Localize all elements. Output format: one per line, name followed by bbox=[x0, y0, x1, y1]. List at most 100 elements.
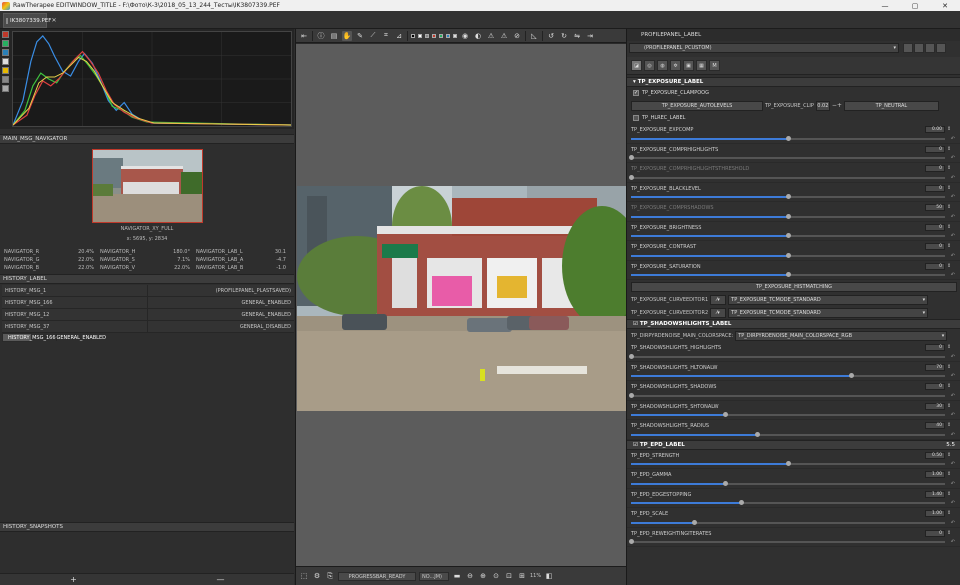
reset-icon[interactable]: ↶ bbox=[951, 393, 955, 399]
slider-track[interactable] bbox=[629, 539, 945, 544]
slider-value-input[interactable]: 0 bbox=[925, 145, 945, 153]
slider-stepper-icon[interactable]: ⇕ bbox=[947, 344, 955, 351]
spot-icon[interactable]: ⟋ bbox=[368, 31, 378, 41]
slider-stepper-icon[interactable]: ⇕ bbox=[947, 165, 955, 172]
slider-track[interactable] bbox=[631, 135, 945, 141]
tab-color-icon[interactable]: ◍ bbox=[657, 60, 668, 71]
slider-stepper-icon[interactable]: ⇕ bbox=[947, 204, 955, 211]
flip-icon[interactable]: ⇋ bbox=[572, 31, 582, 41]
slider-stepper-icon[interactable]: ⇕ bbox=[947, 471, 955, 478]
slider-stepper-icon[interactable]: ⇕ bbox=[947, 263, 955, 270]
slider-value-input[interactable]: 1.40 bbox=[925, 490, 945, 498]
slider-track[interactable] bbox=[631, 412, 945, 417]
wb-picker-icon[interactable]: ✎ bbox=[355, 31, 365, 41]
rotate-right-icon[interactable]: ↻ bbox=[559, 31, 569, 41]
copy-profile-icon[interactable] bbox=[925, 43, 935, 53]
slider-value-input[interactable]: 0 bbox=[925, 344, 945, 351]
slider-track[interactable] bbox=[629, 174, 945, 180]
history-row[interactable]: HISTORY_MSG_37 GENERAL_DISABLED bbox=[2, 321, 294, 333]
save-profile-icon[interactable] bbox=[914, 43, 924, 53]
history-row[interactable]: HISTORY_MSG_12 GENERAL_ENABLED bbox=[2, 309, 294, 321]
reset-icon[interactable]: ↶ bbox=[951, 155, 955, 161]
reset-icon[interactable]: ↶ bbox=[951, 481, 955, 487]
slider-stepper-icon[interactable]: ⇕ bbox=[947, 530, 955, 537]
clip-stepper-icon[interactable]: −+ bbox=[832, 102, 842, 109]
rotate-left-icon[interactable]: ↺ bbox=[546, 31, 556, 41]
zoom-in-icon[interactable]: ⊕ bbox=[478, 571, 488, 581]
info-icon[interactable]: ⓘ bbox=[316, 31, 326, 41]
checkbox-checked-icon[interactable]: ☑ bbox=[633, 320, 640, 328]
slider-handle[interactable] bbox=[848, 373, 854, 378]
curve1-type-button[interactable]: ⁄▾ bbox=[710, 294, 727, 305]
reset-icon[interactable]: ↶ bbox=[951, 136, 955, 142]
slider-handle[interactable] bbox=[786, 135, 791, 141]
slider-stepper-icon[interactable]: ⇕ bbox=[947, 383, 955, 390]
slider-track[interactable] bbox=[631, 500, 945, 505]
navigator-header[interactable]: MAIN_MSG_NAVIGATOR bbox=[0, 134, 294, 144]
slider-track[interactable] bbox=[631, 233, 945, 238]
luminance-toggle[interactable] bbox=[2, 58, 9, 65]
blue-preview-swatch[interactable] bbox=[446, 33, 450, 38]
slider-value-input[interactable]: 0 bbox=[925, 383, 945, 390]
reset-icon[interactable]: ↶ bbox=[951, 272, 955, 278]
hide-left-panel-icon[interactable]: ⇤ bbox=[299, 31, 309, 41]
reset-icon[interactable]: ↶ bbox=[951, 539, 955, 545]
bg-gray-swatch[interactable] bbox=[425, 33, 429, 38]
slider-handle[interactable] bbox=[786, 272, 791, 277]
reset-icon[interactable]: ↶ bbox=[951, 253, 955, 259]
graph-icon[interactable]: ◺ bbox=[529, 31, 539, 41]
slider-track[interactable] bbox=[631, 431, 945, 437]
open-editor-icon[interactable]: ⎘ bbox=[325, 571, 335, 581]
slider-handle[interactable] bbox=[629, 353, 634, 359]
slider-value-input[interactable]: 0.00 bbox=[925, 126, 945, 133]
slider-track[interactable] bbox=[629, 353, 945, 359]
slider-stepper-icon[interactable]: ⇕ bbox=[947, 185, 955, 192]
slider-stepper-icon[interactable]: ⇕ bbox=[947, 452, 955, 459]
new-detail-window-icon[interactable]: ◧ bbox=[544, 571, 554, 581]
reset-icon[interactable]: ↶ bbox=[951, 233, 955, 239]
slider-stepper-icon[interactable]: ⇕ bbox=[947, 146, 955, 153]
slider-track[interactable] bbox=[631, 252, 945, 258]
hlrec-row[interactable]: TP_HLREC_LABEL bbox=[627, 112, 960, 124]
reset-icon[interactable]: ↶ bbox=[951, 175, 955, 181]
shadows-header[interactable]: ☑ TP_SHADOWSHLIGHTS_LABEL bbox=[627, 319, 960, 329]
paste-profile-icon[interactable] bbox=[936, 43, 946, 53]
slider-value-input[interactable]: 0 bbox=[925, 262, 945, 270]
slider-track[interactable] bbox=[631, 373, 945, 378]
slider-handle[interactable] bbox=[629, 174, 634, 180]
slider-stepper-icon[interactable]: ⇕ bbox=[947, 243, 955, 250]
slider-handle[interactable] bbox=[786, 194, 791, 199]
tab-meta-icon[interactable]: M bbox=[709, 60, 720, 71]
autolevels-button[interactable]: TP_EXPOSURE_AUTOLEVELS bbox=[631, 100, 763, 111]
reset-icon[interactable]: ↶ bbox=[951, 412, 955, 418]
open-folder-icon[interactable] bbox=[903, 43, 913, 53]
slider-handle[interactable] bbox=[723, 412, 729, 417]
slider-stepper-icon[interactable]: ⇕ bbox=[947, 422, 955, 429]
tab-image[interactable]: IK3807339.PEF ✕ bbox=[3, 13, 56, 28]
reset-icon[interactable]: ↶ bbox=[951, 432, 955, 438]
slider-value-input[interactable]: 1.00 bbox=[925, 510, 945, 517]
slider-value-input[interactable]: 30 bbox=[925, 402, 945, 410]
slider-track[interactable] bbox=[631, 272, 945, 277]
slider-value-input[interactable]: 0.50 bbox=[925, 451, 945, 459]
history-row-selected[interactable]: HISTORY_MSG_166 GENERAL_ENABLED bbox=[2, 333, 106, 342]
history-row[interactable]: HISTORY_MSG_1 (PROFILEPANEL_PLASTSAVED) bbox=[2, 285, 294, 297]
raw-toggle[interactable] bbox=[2, 76, 9, 83]
reset-icon[interactable]: ↶ bbox=[951, 354, 955, 360]
slider-track[interactable] bbox=[631, 480, 945, 486]
slider-value-input[interactable]: 70 bbox=[925, 363, 945, 371]
warning-icon[interactable]: ⚠ bbox=[486, 31, 496, 41]
slider-stepper-icon[interactable]: ⇕ bbox=[947, 491, 955, 498]
checkbox-icon[interactable] bbox=[633, 115, 639, 121]
hide-right-panel-icon[interactable]: ⇥ bbox=[585, 31, 595, 41]
blue-channel-toggle[interactable] bbox=[2, 49, 9, 56]
queue-icon[interactable]: ⚙ bbox=[312, 571, 322, 581]
slider-value-input[interactable]: 0 bbox=[925, 529, 945, 537]
save-image-icon[interactable]: ⬚ bbox=[299, 571, 309, 581]
maximize-button[interactable]: ▢ bbox=[900, 0, 930, 11]
tab-raw-icon[interactable]: ▦ bbox=[696, 60, 707, 71]
red-channel-toggle[interactable] bbox=[2, 31, 9, 38]
slider-track[interactable] bbox=[631, 461, 945, 466]
slider-stepper-icon[interactable]: ⇕ bbox=[947, 126, 955, 133]
false-color-icon[interactable]: ⊘ bbox=[512, 31, 522, 41]
